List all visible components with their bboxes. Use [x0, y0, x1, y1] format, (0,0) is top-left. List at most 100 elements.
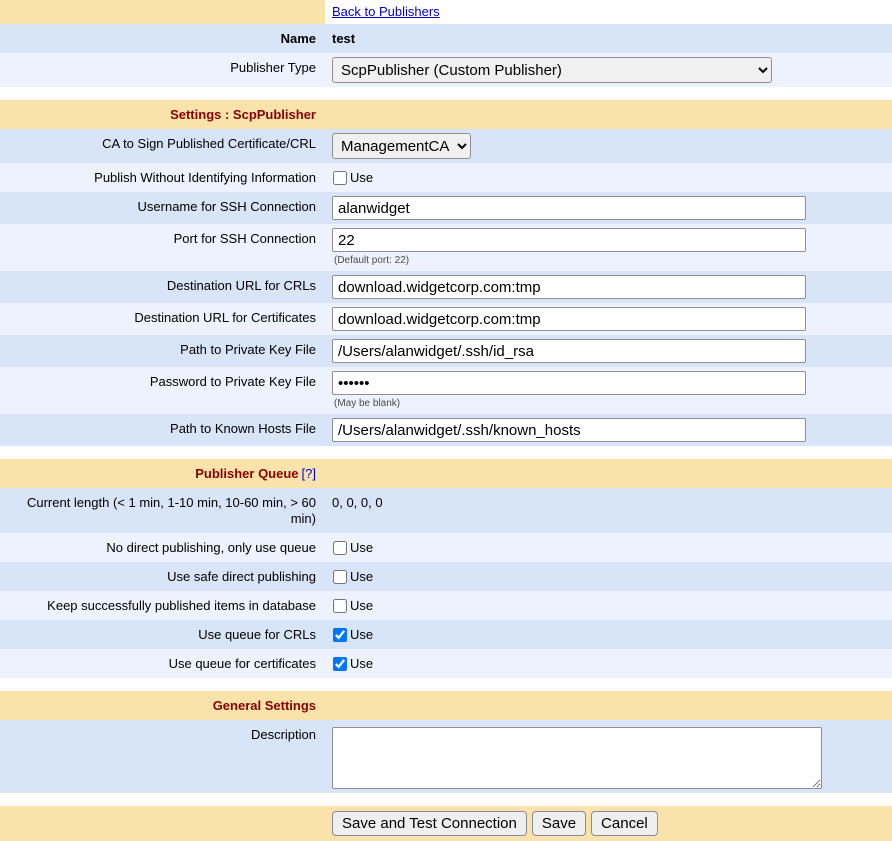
- keep-published-cell: Use: [325, 591, 892, 620]
- publisher-type-label: Publisher Type: [0, 53, 325, 87]
- private-key-password-label: Password to Private Key File: [0, 367, 325, 414]
- row-anonymize: Publish Without Identifying Information …: [0, 163, 892, 192]
- keep-published-use-label: Use: [350, 598, 373, 614]
- anonymize-cell: Use: [325, 163, 892, 192]
- publisher-type-cell: ScpPublisher (Custom Publisher): [325, 53, 892, 87]
- port-label: Port for SSH Connection: [0, 224, 325, 271]
- general-header-right-cell: [325, 691, 892, 720]
- back-to-publishers-link[interactable]: Back to Publishers: [332, 4, 440, 20]
- cancel-button[interactable]: Cancel: [591, 811, 658, 836]
- row-private-key: Path to Private Key File: [0, 335, 892, 367]
- private-key-cell: [325, 335, 892, 367]
- actions-cell: Save and Test Connection Save Cancel: [325, 806, 892, 841]
- known-hosts-input[interactable]: [332, 418, 806, 442]
- no-direct-label: No direct publishing, only use queue: [0, 533, 325, 562]
- row-username: Username for SSH Connection: [0, 192, 892, 224]
- queue-crls-cell: Use: [325, 620, 892, 649]
- description-label: Description: [0, 720, 325, 793]
- port-input[interactable]: [332, 228, 806, 252]
- row-known-hosts: Path to Known Hosts File: [0, 414, 892, 446]
- private-key-password-cell: (May be blank): [325, 367, 892, 414]
- section-spacer: [0, 678, 892, 691]
- cert-url-input[interactable]: [332, 307, 806, 331]
- settings-header-right-cell: [325, 100, 892, 129]
- username-label: Username for SSH Connection: [0, 192, 325, 224]
- section-spacer: [0, 793, 892, 806]
- keep-published-checkbox[interactable]: [333, 599, 347, 613]
- row-queue-crls: Use queue for CRLs Use: [0, 620, 892, 649]
- queue-certs-cell: Use: [325, 649, 892, 678]
- private-key-label: Path to Private Key File: [0, 335, 325, 367]
- anonymize-checkbox[interactable]: [333, 171, 347, 185]
- private-key-password-hint: (May be blank): [332, 398, 885, 410]
- section-spacer: [0, 87, 892, 100]
- safe-direct-label: Use safe direct publishing: [0, 562, 325, 591]
- queue-certs-use-label: Use: [350, 656, 373, 672]
- name-value: test: [325, 24, 892, 53]
- save-and-test-button[interactable]: Save and Test Connection: [332, 811, 527, 836]
- known-hosts-cell: [325, 414, 892, 446]
- settings-section-title: Settings : ScpPublisher: [0, 100, 325, 129]
- crl-url-input[interactable]: [332, 275, 806, 299]
- row-queue-header: Publisher Queue [?]: [0, 459, 892, 488]
- anonymize-use-label: Use: [350, 170, 373, 186]
- safe-direct-cell: Use: [325, 562, 892, 591]
- queue-help-link[interactable]: [?]: [302, 466, 316, 481]
- description-textarea[interactable]: [332, 727, 822, 789]
- row-cert-url: Destination URL for Certificates: [0, 303, 892, 335]
- row-no-direct: No direct publishing, only use queue Use: [0, 533, 892, 562]
- crl-url-label: Destination URL for CRLs: [0, 271, 325, 303]
- queue-length-value: 0, 0, 0, 0: [325, 488, 892, 533]
- row-back: Back to Publishers: [0, 0, 892, 24]
- safe-direct-use-label: Use: [350, 569, 373, 585]
- port-cell: (Default port: 22): [325, 224, 892, 271]
- known-hosts-label: Path to Known Hosts File: [0, 414, 325, 446]
- no-direct-checkbox[interactable]: [333, 541, 347, 555]
- ca-cell: ManagementCA: [325, 129, 892, 163]
- queue-crls-use-label: Use: [350, 627, 373, 643]
- publisher-type-select[interactable]: ScpPublisher (Custom Publisher): [332, 57, 772, 83]
- private-key-password-input[interactable]: [332, 371, 806, 395]
- general-section-title: General Settings: [0, 691, 325, 720]
- row-name: Name test: [0, 24, 892, 53]
- ca-select[interactable]: ManagementCA: [332, 133, 471, 159]
- row-queue-certs: Use queue for certificates Use: [0, 649, 892, 678]
- cert-url-cell: [325, 303, 892, 335]
- row-queue-length: Current length (< 1 min, 1-10 min, 10-60…: [0, 488, 892, 533]
- private-key-input[interactable]: [332, 339, 806, 363]
- row-keep-published: Keep successfully published items in dat…: [0, 591, 892, 620]
- cert-url-label: Destination URL for Certificates: [0, 303, 325, 335]
- no-direct-cell: Use: [325, 533, 892, 562]
- row-ca: CA to Sign Published Certificate/CRL Man…: [0, 129, 892, 163]
- publisher-edit-form: Back to Publishers Name test Publisher T…: [0, 0, 892, 841]
- back-row-right-cell: Back to Publishers: [325, 0, 892, 24]
- row-actions: Save and Test Connection Save Cancel: [0, 806, 892, 841]
- queue-header-cell: Publisher Queue [?]: [0, 459, 325, 488]
- row-safe-direct: Use safe direct publishing Use: [0, 562, 892, 591]
- ca-label: CA to Sign Published Certificate/CRL: [0, 129, 325, 163]
- username-input[interactable]: [332, 196, 806, 220]
- keep-published-label: Keep successfully published items in dat…: [0, 591, 325, 620]
- queue-certs-checkbox[interactable]: [333, 657, 347, 671]
- row-crl-url: Destination URL for CRLs: [0, 271, 892, 303]
- crl-url-cell: [325, 271, 892, 303]
- row-general-header: General Settings: [0, 691, 892, 720]
- queue-crls-label: Use queue for CRLs: [0, 620, 325, 649]
- queue-header-right-cell: [325, 459, 892, 488]
- description-cell: [325, 720, 892, 793]
- save-button[interactable]: Save: [532, 811, 586, 836]
- name-label: Name: [0, 24, 325, 53]
- no-direct-use-label: Use: [350, 540, 373, 556]
- row-description: Description: [0, 720, 892, 793]
- back-row-left-cell: [0, 0, 325, 24]
- actions-left-cell: [0, 806, 325, 841]
- queue-crls-checkbox[interactable]: [333, 628, 347, 642]
- queue-section-title: Publisher Queue: [195, 466, 298, 481]
- port-hint: (Default port: 22): [332, 255, 885, 267]
- row-publisher-type: Publisher Type ScpPublisher (Custom Publ…: [0, 53, 892, 87]
- section-spacer: [0, 446, 892, 459]
- row-port: Port for SSH Connection (Default port: 2…: [0, 224, 892, 271]
- queue-certs-label: Use queue for certificates: [0, 649, 325, 678]
- safe-direct-checkbox[interactable]: [333, 570, 347, 584]
- row-private-key-password: Password to Private Key File (May be bla…: [0, 367, 892, 414]
